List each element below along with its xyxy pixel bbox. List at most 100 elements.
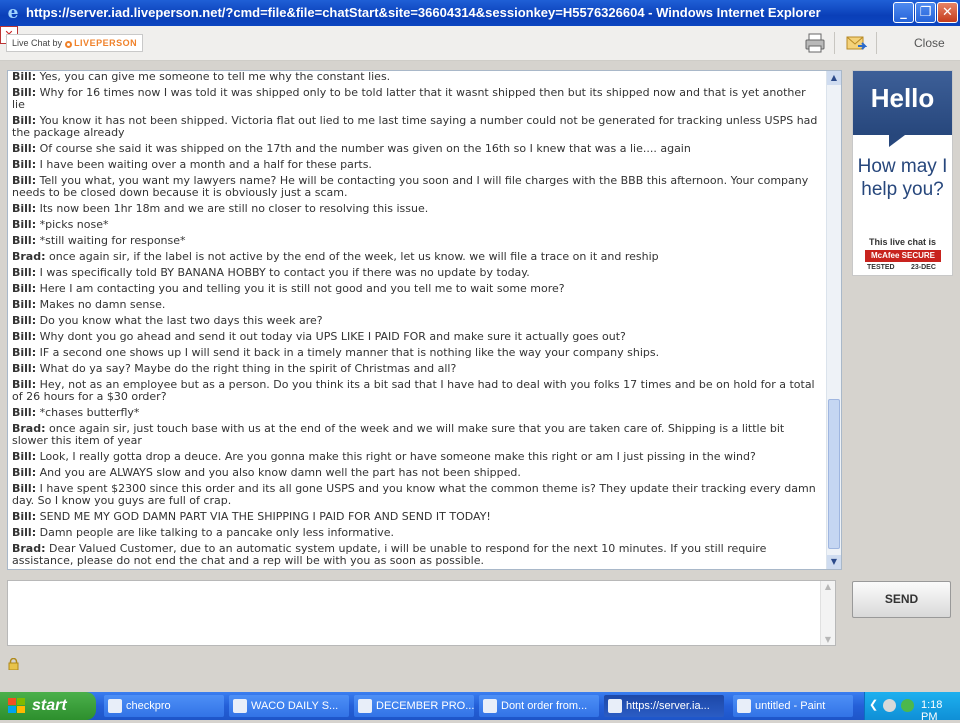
message-text: Makes no damn sense.: [39, 298, 166, 311]
taskbar-label: DECEMBER PRO...: [376, 700, 474, 712]
security-shield-icon[interactable]: [901, 699, 914, 712]
message-text: Hey, not as an employee but as a person.…: [12, 378, 815, 403]
window-titlebar[interactable]: e https://server.iad.liveperson.net/?cmd…: [0, 0, 960, 26]
taskbar-button-paint[interactable]: untitled - Paint: [733, 695, 853, 717]
message-text: Why dont you go ahead and send it out to…: [39, 330, 626, 343]
clock[interactable]: 1:18 PM: [921, 699, 960, 723]
windows-flag-icon: [8, 698, 25, 713]
message-text: once again sir, if the label is not acti…: [49, 250, 659, 263]
message-text: IF a second one shows up I will send it …: [39, 346, 660, 359]
email-transcript-icon[interactable]: [845, 32, 867, 54]
message-text: once again sir, just touch base with us …: [12, 422, 785, 447]
tested-label: TESTED: [867, 264, 895, 271]
message-text: Damn people are like talking to a pancak…: [39, 526, 395, 539]
chat-message: Bill: Why for 16 times now I was told it…: [12, 87, 822, 111]
chat-toolbar: Live Chat by LIVEPERSON ✕ Close: [0, 26, 960, 61]
message-speaker: Bill:: [12, 450, 37, 463]
message-speaker: Bill:: [12, 218, 37, 231]
message-speaker: Bill:: [12, 526, 37, 539]
transcript-scrollbar[interactable]: ▲ ▼: [826, 71, 841, 569]
input-scroll-up-icon[interactable]: ▲: [821, 582, 835, 591]
chat-message: Bill: Makes no damn sense.: [12, 299, 822, 311]
message-speaker: Bill:: [12, 510, 37, 523]
document-icon: [233, 699, 247, 713]
chat-message: Bill: IF a second one shows up I will se…: [12, 347, 822, 359]
input-scrollbar[interactable]: ▲ ▼: [820, 581, 835, 645]
message-text: Its now been 1hr 18m and we are still no…: [39, 202, 429, 215]
chat-message: Brad: once again sir, just touch base wi…: [12, 423, 822, 447]
chat-message: Bill: *chases butterfly*: [12, 407, 822, 419]
mcafee-secure-badge[interactable]: McAfee SECURE: [865, 250, 941, 262]
lock-icon: [8, 658, 19, 670]
message-speaker: Bill:: [12, 266, 37, 279]
start-button[interactable]: start: [0, 692, 96, 720]
message-text: Tell you what, you want my lawyers name?…: [12, 174, 809, 199]
liveperson-dot-icon: [64, 41, 72, 48]
chat-message: Bill: Why dont you go ahead and send it …: [12, 331, 822, 343]
paint-icon: [737, 699, 751, 713]
message-text: *chases butterfly*: [39, 406, 140, 419]
scroll-up-icon[interactable]: ▲: [827, 71, 841, 85]
message-text: What do ya say? Maybe do the right thing…: [39, 362, 457, 375]
message-text: Dear Valued Customer, due to an automati…: [12, 542, 767, 567]
taskbar-label: untitled - Paint: [755, 700, 826, 712]
taskbar-button-december[interactable]: DECEMBER PRO...: [354, 695, 474, 717]
liveperson-logo: Live Chat by LIVEPERSON: [6, 34, 144, 52]
windows-taskbar: start checkpro WACO DAILY S... DECEMBER …: [0, 692, 960, 723]
hello-banner: Hello How may I help you? This live chat…: [852, 70, 953, 276]
chat-message: Brad: Dear Valued Customer, due to an au…: [12, 543, 822, 567]
chat-message: Bill: Its now been 1hr 18m and we are st…: [12, 203, 822, 215]
close-chat-label[interactable]: Close: [914, 36, 945, 50]
scroll-down-icon[interactable]: ▼: [827, 555, 841, 569]
taskbar-button-waco[interactable]: WACO DAILY S...: [229, 695, 349, 717]
chat-message: Bill: Do you know what the last two days…: [12, 315, 822, 327]
input-scroll-down-icon[interactable]: ▼: [821, 635, 835, 644]
internet-explorer-icon: e: [7, 3, 19, 23]
message-input[interactable]: ▲ ▼: [7, 580, 836, 646]
chat-message: Bill: And you are ALWAYS slow and you al…: [12, 467, 822, 479]
chat-message: Bill: Of course she said it was shipped …: [12, 143, 822, 155]
message-text: SEND ME MY GOD DAMN PART VIA THE SHIPPIN…: [39, 510, 491, 523]
message-speaker: Bill:: [12, 202, 37, 215]
message-text: Do you know what the last two days this …: [39, 314, 323, 327]
taskbar-button-checkpro[interactable]: checkpro: [104, 695, 224, 717]
message-text: I was specifically told BY BANANA HOBBY …: [39, 266, 530, 279]
secure-label: This live chat is: [868, 237, 937, 247]
message-text: *still waiting for response*: [39, 234, 186, 247]
message-text: And you are ALWAYS slow and you also kno…: [39, 466, 521, 479]
message-speaker: Bill:: [12, 70, 37, 83]
maximize-button[interactable]: ❐: [915, 2, 936, 23]
chat-message: Bill: What do ya say? Maybe do the right…: [12, 363, 822, 375]
internet-explorer-icon: [483, 699, 497, 713]
tested-date: 23-DEC: [911, 264, 936, 271]
message-text: I have spent $2300 since this order and …: [12, 482, 816, 507]
taskbar-button-server[interactable]: https://server.ia...: [604, 695, 724, 717]
chat-transcript[interactable]: Bill: Yes, you can give me someone to te…: [7, 70, 842, 570]
start-label: start: [32, 697, 67, 714]
message-speaker: Bill:: [12, 362, 37, 375]
message-speaker: Bill:: [12, 346, 37, 359]
volume-icon[interactable]: [883, 699, 896, 712]
chat-message: Bill: Damn people are like talking to a …: [12, 527, 822, 539]
message-text: Why for 16 times now I was told it was s…: [12, 86, 806, 111]
window-close-button[interactable]: ✕: [937, 2, 958, 23]
message-text: Here I am contacting you and telling you…: [39, 282, 565, 295]
taskbar-button-dont-order[interactable]: Dont order from...: [479, 695, 599, 717]
speech-bubble-tail: [889, 135, 905, 147]
minimize-button[interactable]: _: [893, 2, 914, 23]
taskbar-label: WACO DAILY S...: [251, 700, 339, 712]
scrollbar-thumb[interactable]: [828, 399, 840, 549]
message-speaker: Brad:: [12, 250, 46, 263]
tray-chevron-icon[interactable]: ❮: [869, 698, 878, 711]
chat-message: Brad: once again sir, if the label is no…: [12, 251, 822, 263]
message-speaker: Bill:: [12, 158, 37, 171]
print-icon[interactable]: [804, 32, 826, 54]
logo-brand: LIVEPERSON: [74, 38, 138, 48]
message-text: Look, I really gotta drop a deuce. Are y…: [39, 450, 756, 463]
message-speaker: Bill:: [12, 298, 37, 311]
taskbar-label: checkpro: [126, 700, 171, 712]
send-button[interactable]: SEND: [852, 581, 951, 618]
logo-prefix: Live Chat by: [12, 38, 63, 48]
internet-explorer-icon: [608, 699, 622, 713]
chat-message: Bill: Yes, you can give me someone to te…: [12, 71, 822, 83]
